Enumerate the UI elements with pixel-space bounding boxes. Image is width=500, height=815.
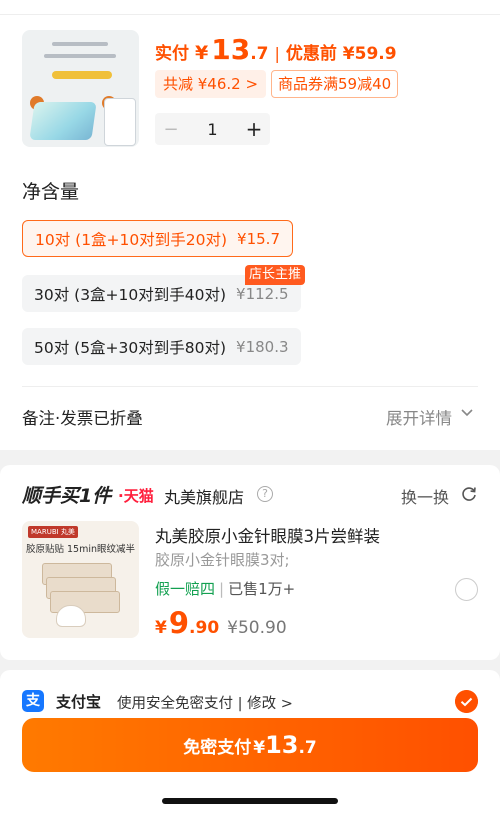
check-icon[interactable] bbox=[455, 690, 478, 713]
variant-price: ¥180.3 bbox=[236, 337, 289, 356]
payment-method-desc[interactable]: 使用安全免密支付 | 修改 > bbox=[117, 692, 293, 713]
addon-title: 顺手买1件 bbox=[22, 485, 112, 507]
paid-currency: ¥ bbox=[195, 42, 209, 64]
divider bbox=[22, 386, 478, 387]
pay-button-currency: ¥ bbox=[253, 738, 266, 758]
coupon-tag[interactable]: 商品券满59减40 bbox=[271, 70, 399, 98]
variant-price: ¥15.7 bbox=[237, 229, 280, 248]
notes-invoice-label[interactable]: 备注·发票已折叠 bbox=[22, 405, 143, 429]
addon-currency: ¥ bbox=[155, 618, 167, 638]
price-separator: | bbox=[274, 44, 280, 63]
image-brand-label: MARUBI 丸美 bbox=[28, 526, 78, 538]
refresh-icon[interactable] bbox=[460, 485, 478, 503]
decrease-button[interactable]: − bbox=[155, 119, 187, 140]
divider bbox=[0, 14, 500, 15]
addon-item-spec: 胶原小金针眼膜3对; bbox=[155, 551, 290, 569]
addon-price-dec: .90 bbox=[189, 618, 220, 638]
discount-total-tag[interactable]: 共减 ¥46.2 > bbox=[155, 70, 267, 98]
variant-price: ¥112.5 bbox=[236, 284, 289, 303]
thumb-text-line bbox=[52, 42, 108, 46]
variant-name: 30对 (3盒+10对到手40对) bbox=[34, 285, 227, 304]
addon-item-image[interactable]: MARUBI 丸美 胶原贴贴 15min眼纹减半 bbox=[22, 521, 139, 638]
pay-button[interactable]: 免密支付 ¥ 13 .7 bbox=[22, 718, 478, 772]
expand-details-button[interactable]: 展开详情 bbox=[386, 405, 452, 429]
addon-original-price: ¥50.90 bbox=[227, 618, 287, 638]
tmall-logo: ·天猫 bbox=[118, 487, 154, 505]
addon-price-int: 9 bbox=[168, 606, 190, 640]
addon-item-tags: 假一赔四 | 已售1万+ bbox=[155, 578, 295, 599]
addon-price-row: ¥ 9 .90 ¥50.90 bbox=[155, 606, 287, 640]
variant-option-50[interactable]: 50对 (5盒+30对到手80对) ¥180.3 bbox=[22, 328, 301, 365]
sold-count: 已售1万+ bbox=[228, 580, 296, 598]
tag-separator: | bbox=[219, 580, 225, 598]
thumb-text-line bbox=[44, 54, 116, 58]
help-icon[interactable]: ? bbox=[257, 486, 273, 502]
alipay-icon: 支 bbox=[22, 690, 44, 712]
pay-button-amount-dec: .7 bbox=[298, 738, 317, 758]
quantity-value[interactable]: 1 bbox=[187, 120, 238, 139]
thumb-product-box bbox=[29, 102, 97, 140]
addon-select-radio[interactable] bbox=[455, 578, 478, 601]
variant-option-10[interactable]: 10对 (1盒+10对到手20对) ¥15.7 bbox=[22, 220, 293, 257]
payment-method-name[interactable]: 支付宝 bbox=[56, 691, 101, 712]
thumb-promo-badge bbox=[52, 71, 112, 79]
paid-price-row: 实付 ¥ 13 .7 | 优惠前 ¥59.9 bbox=[155, 33, 397, 66]
quantity-stepper: − 1 + bbox=[155, 113, 270, 145]
home-indicator[interactable] bbox=[162, 798, 338, 804]
thumb-eye-patch-sheet bbox=[104, 98, 136, 146]
spec-title: 净含量 bbox=[22, 181, 80, 203]
owner-recommend-badge: 店长主推 bbox=[245, 265, 306, 285]
guarantee-tag: 假一赔四 bbox=[155, 580, 216, 598]
pre-discount-price: 优惠前 ¥59.9 bbox=[285, 44, 397, 64]
variant-name: 50对 (5盒+30对到手80对) bbox=[34, 338, 227, 357]
chevron-down-icon[interactable] bbox=[460, 406, 474, 420]
increase-button[interactable]: + bbox=[238, 117, 270, 141]
product-image[interactable] bbox=[22, 30, 139, 147]
store-name[interactable]: 丸美旗舰店 bbox=[164, 484, 244, 508]
image-caption: 胶原贴贴 15min眼纹减半 bbox=[25, 544, 136, 555]
paid-label: 实付 bbox=[155, 44, 189, 64]
paid-amount-dec: .7 bbox=[250, 44, 269, 64]
paid-amount-int: 13 bbox=[211, 33, 251, 66]
pay-button-amount-int: 13 bbox=[265, 731, 299, 759]
pay-button-label: 免密支付 bbox=[183, 738, 252, 758]
variant-name: 10对 (1盒+10对到手20对) bbox=[35, 230, 228, 249]
image-eye-patch bbox=[56, 605, 86, 627]
swap-button[interactable]: 换一换 bbox=[401, 484, 449, 508]
addon-item-title[interactable]: 丸美胶原小金针眼膜3片尝鲜装 bbox=[155, 523, 380, 547]
